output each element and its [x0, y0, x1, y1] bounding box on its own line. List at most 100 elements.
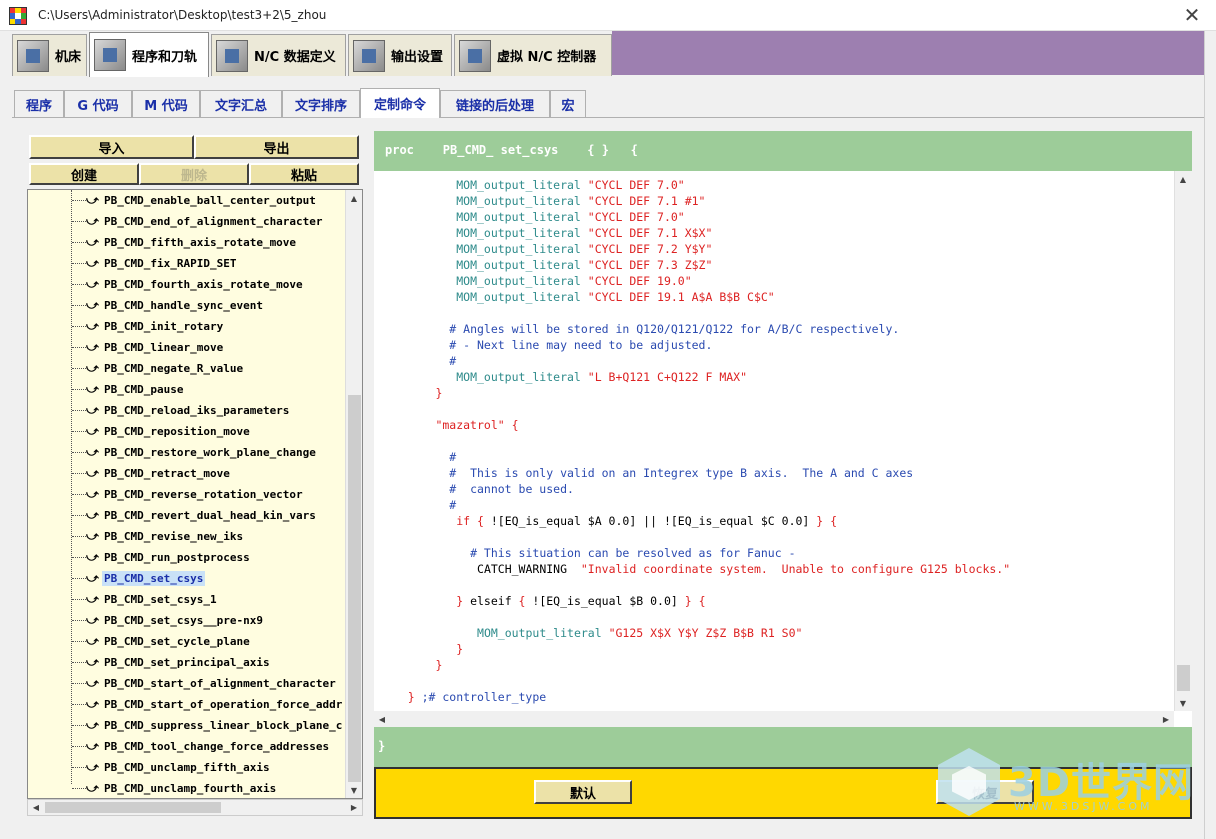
- code-line: if { ![EQ_is_equal $A 0.0] || ![EQ_is_eq…: [456, 513, 837, 529]
- tree-item[interactable]: ⤻ PB_CMD_negate_R_value: [72, 358, 245, 379]
- tree-branch-line: [72, 410, 86, 411]
- tree-item[interactable]: ⤻ PB_CMD_retract_move: [72, 463, 232, 484]
- editor-horizontal-scrollbar[interactable]: ◀ ▶: [374, 711, 1174, 727]
- code-editor[interactable]: MOM_output_literal "CYCL DEF 7.0" MOM_out…: [374, 171, 1192, 727]
- scroll-left-icon[interactable]: ◀: [28, 800, 44, 815]
- scroll-thumb[interactable]: [1177, 665, 1190, 691]
- scroll-up-icon[interactable]: ▲: [1175, 171, 1191, 187]
- scroll-right-icon[interactable]: ▶: [1158, 711, 1174, 727]
- tree-item[interactable]: ⤻ PB_CMD_restore_work_plane_change: [72, 442, 318, 463]
- tree-item-label: PB_CMD_revise_new_iks: [104, 530, 244, 543]
- scroll-right-icon[interactable]: ▶: [346, 800, 362, 815]
- create-button[interactable]: 创建: [29, 163, 139, 185]
- tree-item[interactable]: ⤻ PB_CMD_set_csys__pre-nx9: [72, 610, 265, 631]
- tree-horizontal-scrollbar[interactable]: ◀ ▶: [27, 799, 363, 816]
- tree-item[interactable]: ⤻ PB_CMD_start_of_operation_force_addr: [72, 694, 344, 715]
- tree-branch-line: [72, 431, 86, 432]
- tree-item[interactable]: ⤻ PB_CMD_start_of_alignment_character: [72, 673, 338, 694]
- main-tab-strip-filler: [612, 31, 1204, 75]
- tree-branch-line: [72, 242, 86, 243]
- close-icon[interactable]: ✕: [1182, 3, 1202, 27]
- tree-item[interactable]: ⤻ PB_CMD_enable_ball_center_output: [72, 190, 318, 211]
- delete-button[interactable]: 删除: [139, 163, 249, 185]
- tree-item-label: PB_CMD_set_csys: [102, 571, 206, 586]
- tree-item[interactable]: ⤻ PB_CMD_fourth_axis_rotate_move: [72, 274, 305, 295]
- tree-item[interactable]: ⤻ PB_CMD_set_principal_axis: [72, 652, 272, 673]
- code-line: # cannot be used.: [449, 481, 574, 497]
- tree-branch-line: [72, 347, 86, 348]
- tree-item[interactable]: ⤻ PB_CMD_reverse_rotation_vector: [72, 484, 305, 505]
- subtab-word-sequencing[interactable]: 文字排序: [282, 90, 360, 117]
- import-button[interactable]: 导入: [29, 135, 194, 159]
- code-token: MOM_output_literal: [456, 290, 588, 304]
- tree-item[interactable]: ⤻ PB_CMD_reposition_move: [72, 421, 252, 442]
- scroll-down-icon[interactable]: ▼: [1175, 695, 1191, 711]
- tree-item[interactable]: ⤻ PB_CMD_set_cycle_plane: [72, 631, 252, 652]
- proc-header-bar: proc PB_CMD_ set_csys { } {: [374, 131, 1192, 171]
- code-token: }: [407, 690, 422, 704]
- closing-brace: }: [378, 739, 386, 753]
- tree-item[interactable]: ⤻ PB_CMD_fifth_axis_rotate_move: [72, 232, 298, 253]
- tree-item[interactable]: ⤻ PB_CMD_unclamp_fifth_axis: [72, 757, 272, 778]
- command-tree[interactable]: ▲ ▼ ⤻ PB_CMD_enable_ball_center_output ⤻ PB…: [27, 189, 363, 799]
- editor-vertical-scrollbar[interactable]: ▲ ▼: [1174, 171, 1192, 711]
- export-button[interactable]: 导出: [194, 135, 359, 159]
- tree-branch-line: [72, 557, 86, 558]
- scroll-up-icon[interactable]: ▲: [346, 190, 362, 206]
- code-token: }: [435, 658, 443, 672]
- paste-button[interactable]: 粘贴: [249, 163, 359, 185]
- command-proc-icon: ⤻: [86, 571, 99, 585]
- tab-output-settings[interactable]: 输出设置: [348, 34, 452, 76]
- subtab-word-summary[interactable]: 文字汇总: [200, 90, 282, 117]
- tree-item[interactable]: ⤻ PB_CMD_fix_RAPID_SET: [72, 253, 238, 274]
- scroll-down-icon[interactable]: ▼: [346, 782, 362, 798]
- tree-item[interactable]: ⤻ PB_CMD_init_rotary: [72, 316, 225, 337]
- tree-vertical-scrollbar[interactable]: ▲ ▼: [345, 190, 362, 798]
- tree-item[interactable]: ⤻ PB_CMD_tool_change_force_addresses: [72, 736, 331, 757]
- tab-program-and-toolpath[interactable]: 程序和刀轨: [89, 32, 209, 77]
- scroll-thumb[interactable]: [348, 395, 361, 782]
- tab-nc-data-definition[interactable]: N/C 数据定义: [211, 34, 346, 76]
- tree-item[interactable]: ⤻ PB_CMD_end_of_alignment_character: [72, 211, 325, 232]
- tree-item[interactable]: ⤻ PB_CMD_pause: [72, 379, 185, 400]
- command-proc-icon: ⤻: [86, 550, 99, 564]
- code-line: MOM_output_literal "CYCL DEF 19.1 A$A B$…: [456, 289, 775, 305]
- default-button[interactable]: 默认: [534, 780, 632, 804]
- code-token: #: [449, 498, 457, 512]
- code-token: ;# controller_type: [421, 690, 547, 704]
- tree-item[interactable]: ⤻ PB_CMD_set_csys: [72, 568, 206, 589]
- tree-branch-line: [72, 704, 86, 705]
- command-list-panel: 导入 导出 创建 删除 粘贴 ▲ ▼ ⤻ PB_CMD_enable_ball_c…: [27, 131, 363, 819]
- subtab-g-code[interactable]: G 代码: [64, 90, 132, 117]
- restore-button[interactable]: 恢复: [936, 780, 1034, 804]
- subtab-linked-posts[interactable]: 链接的后处理: [440, 90, 550, 117]
- tree-item-label: PB_CMD_tool_change_force_addresses: [104, 740, 330, 753]
- subtab-custom-command[interactable]: 定制命令: [360, 88, 440, 118]
- scroll-thumb[interactable]: [45, 802, 221, 813]
- command-proc-icon: ⤻: [86, 340, 99, 354]
- tree-branch-line: [72, 263, 86, 264]
- command-proc-icon: ⤻: [86, 403, 99, 417]
- tree-item[interactable]: ⤻ PB_CMD_reload_iks_parameters: [72, 400, 291, 421]
- tree-branch-line: [72, 200, 86, 201]
- tree-item[interactable]: ⤻ PB_CMD_unclamp_fourth_axis: [72, 778, 278, 798]
- tab-virtual-nc-controller[interactable]: 虚拟 N/C 控制器: [454, 34, 612, 76]
- subtab-macro[interactable]: 宏: [550, 90, 586, 117]
- tab-machine-tool[interactable]: 机床: [12, 34, 87, 76]
- tree-item-label: PB_CMD_enable_ball_center_output: [104, 194, 316, 207]
- command-proc-icon: ⤻: [86, 508, 99, 522]
- tree-item[interactable]: ⤻ PB_CMD_set_csys_1: [72, 589, 219, 610]
- tree-item[interactable]: ⤻ PB_CMD_suppress_linear_block_plane_c: [72, 715, 344, 736]
- tree-item[interactable]: ⤻ PB_CMD_run_postprocess: [72, 547, 252, 568]
- tree-item[interactable]: ⤻ PB_CMD_revise_new_iks: [72, 526, 245, 547]
- code-token: "L B+Q121 C+Q122 F MAX": [587, 370, 748, 384]
- tree-item[interactable]: ⤻ PB_CMD_handle_sync_event: [72, 295, 265, 316]
- tree-item[interactable]: ⤻ PB_CMD_linear_move: [72, 337, 225, 358]
- scroll-left-icon[interactable]: ◀: [374, 711, 390, 727]
- code-line: # This is only valid on an Integrex type…: [449, 465, 913, 481]
- tree-item[interactable]: ⤻ PB_CMD_revert_dual_head_kin_vars: [72, 505, 318, 526]
- subtab-program[interactable]: 程序: [14, 90, 64, 117]
- command-proc-icon: ⤻: [86, 781, 99, 795]
- command-proc-icon: ⤻: [86, 697, 99, 711]
- subtab-m-code[interactable]: M 代码: [132, 90, 200, 117]
